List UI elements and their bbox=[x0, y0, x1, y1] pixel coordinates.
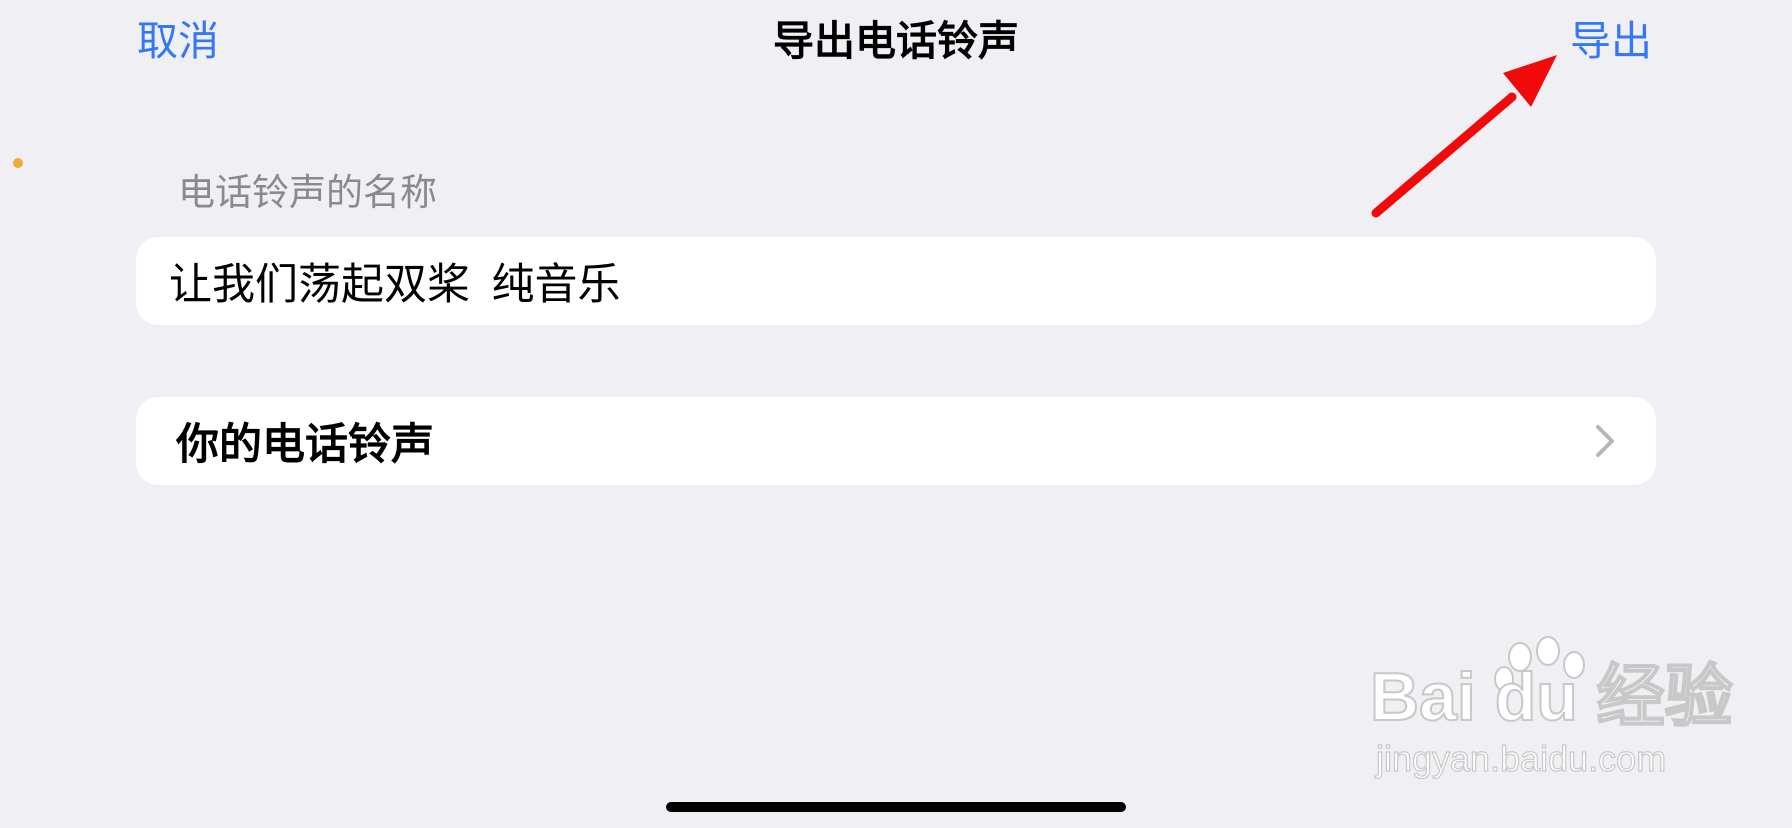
chevron-right-icon bbox=[1594, 423, 1616, 459]
export-button[interactable]: 导出 bbox=[1570, 16, 1652, 66]
watermark-url: jingyan.baidu.com bbox=[1375, 737, 1667, 779]
baidu-jingyan-watermark: Bai du 经验 jingyan.baidu.com bbox=[1369, 635, 1734, 785]
watermark-brand: Bai du 经验 bbox=[1369, 658, 1734, 736]
home-indicator[interactable] bbox=[666, 802, 1126, 812]
ringtone-name-input[interactable] bbox=[169, 256, 1656, 306]
export-ringtone-screen: 取消 导出电话铃声 导出 电话铃声的名称 你的电话铃声 Bai du 经验 ji… bbox=[0, 0, 1792, 828]
ringtone-name-card bbox=[136, 237, 1656, 325]
your-ringtones-label: 你的电话铃声 bbox=[176, 420, 434, 470]
ringtone-name-label: 电话铃声的名称 bbox=[178, 171, 437, 214]
page-title: 导出电话铃声 bbox=[773, 17, 1019, 65]
your-ringtones-row[interactable]: 你的电话铃声 bbox=[136, 397, 1656, 485]
orange-dot bbox=[13, 158, 23, 168]
